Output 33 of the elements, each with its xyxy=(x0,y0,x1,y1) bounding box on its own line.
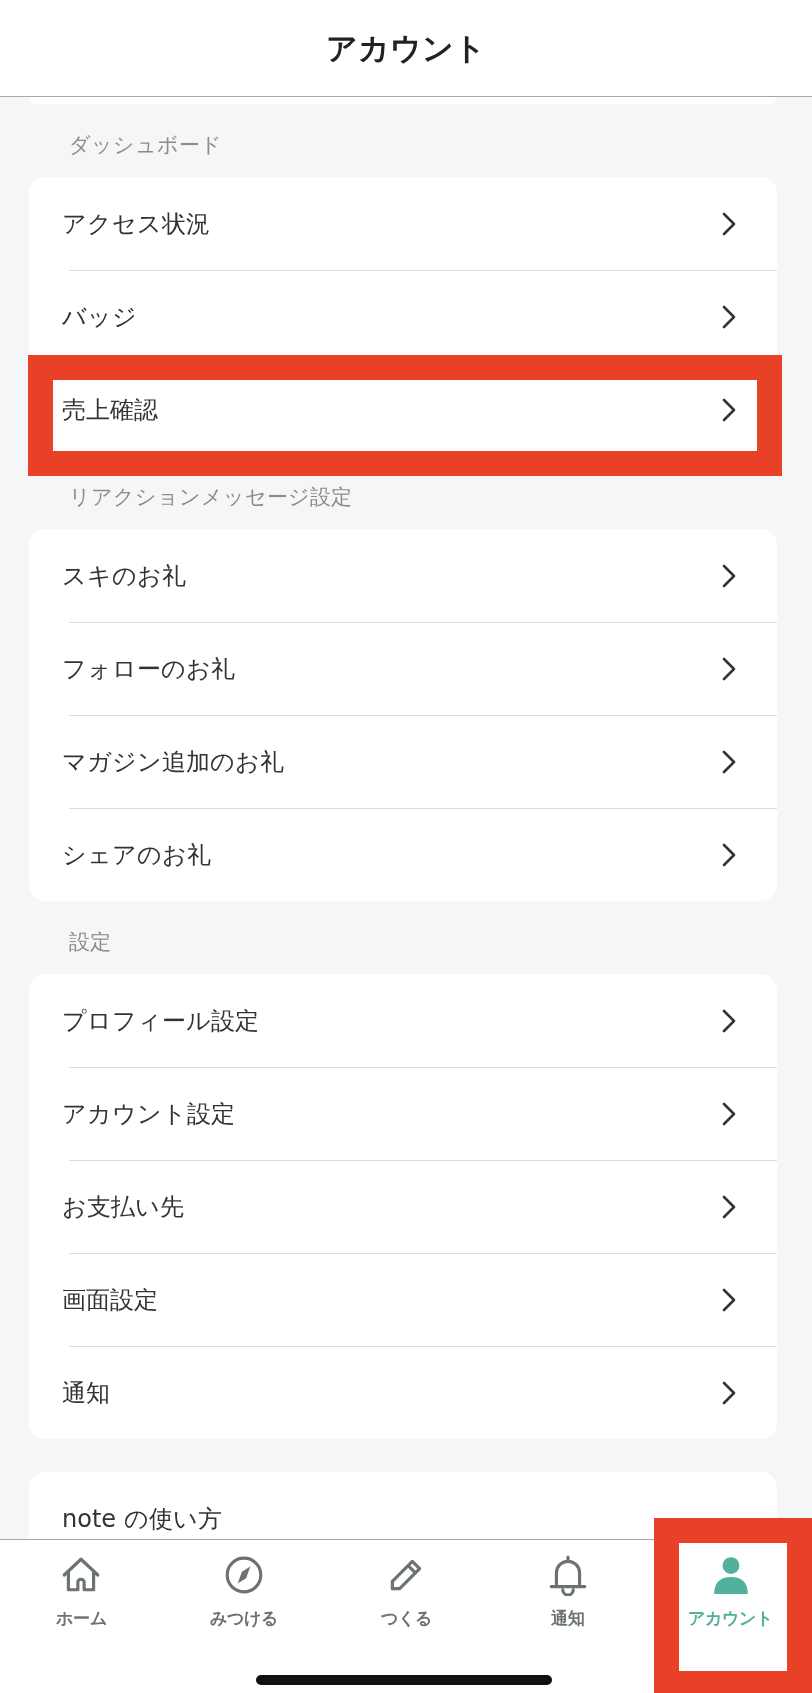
tab[interactable]: 通知 xyxy=(487,1540,650,1662)
chevron-right-icon xyxy=(721,562,737,589)
tab[interactable]: みつける xyxy=(162,1540,325,1662)
menu-item[interactable]: プロフィール設定 xyxy=(29,974,777,1067)
page-title: アカウント xyxy=(326,28,486,68)
menu-item[interactable]: 通知 xyxy=(29,1346,777,1439)
menu-item[interactable]: スキのお礼 xyxy=(29,529,777,622)
menu-item[interactable]: バッジ xyxy=(29,270,777,363)
menu-item[interactable]: 画面設定 xyxy=(29,1253,777,1346)
chevron-right-icon xyxy=(721,1193,737,1220)
section-label: ダッシュボード xyxy=(69,131,222,159)
chevron-right-icon xyxy=(721,303,737,330)
menu-item[interactable]: note の使い方 xyxy=(29,1472,777,1539)
tab[interactable]: ホーム xyxy=(0,1540,163,1662)
chevron-right-icon xyxy=(721,1007,737,1034)
menu-item[interactable]: マガジン追加のお礼 xyxy=(29,715,777,808)
tab[interactable]: つくる xyxy=(324,1540,488,1662)
chevron-right-icon xyxy=(721,655,737,682)
chevron-right-icon xyxy=(721,841,737,868)
menu-item[interactable]: 売上確認 xyxy=(29,363,777,456)
chevron-right-icon xyxy=(721,210,737,237)
menu-item[interactable]: お支払い先 xyxy=(29,1160,777,1253)
menu-item[interactable]: アクセス状況 xyxy=(29,177,777,270)
menu-item[interactable]: シェアのお礼 xyxy=(29,808,777,901)
menu-item[interactable]: アカウント設定 xyxy=(29,1067,777,1160)
chevron-right-icon xyxy=(721,396,737,423)
section-label: 設定 xyxy=(69,928,111,956)
section-label: リアクションメッセージ設定 xyxy=(69,483,352,511)
chevron-right-icon xyxy=(721,748,737,775)
menu-item[interactable]: フォローのお礼 xyxy=(29,622,777,715)
chevron-right-icon xyxy=(721,1286,737,1313)
chevron-right-icon xyxy=(721,1100,737,1127)
chevron-right-icon xyxy=(721,1379,737,1406)
